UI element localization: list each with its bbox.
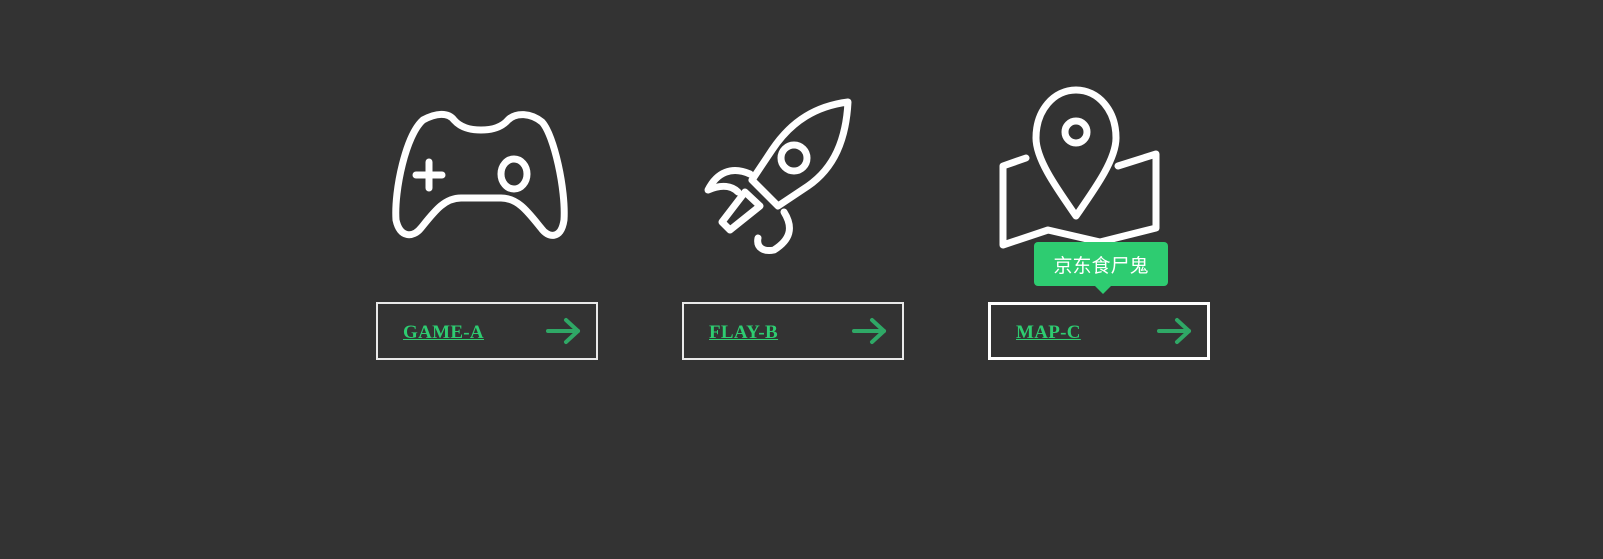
flay-b-link[interactable]: FLAY-B — [682, 302, 904, 360]
tooltip-text: 京东食尸鬼 — [1053, 254, 1149, 277]
gamepad-icon — [376, 80, 601, 265]
page-canvas: GAME-A FLAY-B 京东食尸鬼 MAP-C — [0, 0, 1603, 559]
arrow-right-icon — [852, 318, 886, 344]
arrow-right-icon — [1157, 318, 1191, 344]
arrow-right-icon — [546, 318, 580, 344]
tooltip-arrow — [1095, 286, 1111, 294]
tooltip: 京东食尸鬼 — [1034, 242, 1168, 294]
game-a-link[interactable]: GAME-A — [376, 302, 598, 360]
flay-b-label: FLAY-B — [709, 322, 779, 343]
map-c-link[interactable]: MAP-C — [988, 302, 1210, 360]
game-a-label: GAME-A — [403, 322, 484, 343]
map-pin-icon — [988, 80, 1213, 265]
map-c-label: MAP-C — [1016, 322, 1081, 343]
rocket-icon — [682, 80, 907, 265]
